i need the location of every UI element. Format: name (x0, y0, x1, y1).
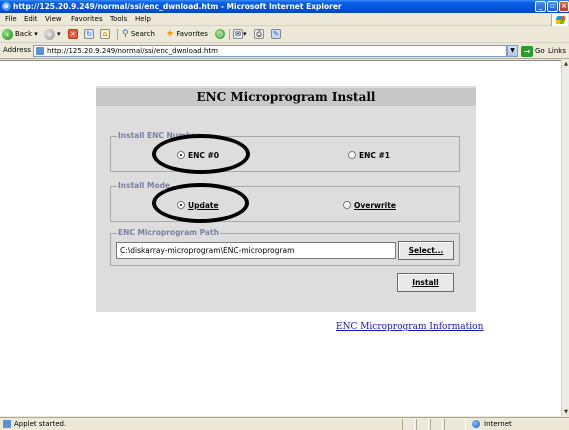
menu-bar: File Edit View Favorites Tools Help (0, 13, 569, 26)
address-input[interactable]: http://125.20.9.249/normal/ssi/enc_dwnlo… (33, 45, 507, 57)
refresh-button[interactable]: ↻ (84, 28, 94, 41)
print-button[interactable]: ⎙ (254, 28, 264, 41)
print-icon: ⎙ (254, 29, 264, 39)
page-icon (3, 420, 11, 428)
vertical-scrollbar[interactable]: ▲ ▼ (561, 60, 569, 416)
radio-button-icon (343, 201, 351, 209)
address-label: Address (3, 46, 31, 54)
menu-help[interactable]: Help (135, 14, 151, 25)
menu-edit[interactable]: Edit (24, 14, 38, 25)
close-button[interactable]: × (559, 1, 569, 12)
title-bar: e http://125.20.9.249/normal/ssi/enc_dwn… (0, 0, 569, 13)
mail-icon: ✉ (233, 29, 243, 39)
radio-overwrite[interactable]: Overwrite (343, 201, 396, 210)
status-text: Applet started. (14, 420, 67, 428)
address-bar: Address http://125.20.9.249/normal/ssi/e… (0, 43, 569, 59)
history-button[interactable]: ◷ (215, 28, 227, 41)
install-button[interactable]: Install (397, 273, 454, 292)
address-url: http://125.20.9.249/normal/ssi/enc_dwnlo… (47, 47, 218, 55)
annotation-ellipse (152, 134, 250, 174)
address-dropdown-button[interactable]: ▼ (507, 45, 518, 57)
minimize-button[interactable]: _ (535, 1, 546, 12)
window-title: http://125.20.9.249/normal/ssi/enc_dwnlo… (13, 2, 342, 11)
stop-button[interactable]: × (68, 28, 78, 41)
menu-file[interactable]: File (5, 14, 17, 25)
favorites-button[interactable]: ★ Favorites (166, 28, 208, 41)
back-label: Back (15, 30, 32, 38)
toolbar-separator (229, 29, 230, 40)
menu-favorites[interactable]: Favorites (71, 14, 103, 25)
forward-arrow-icon: › (44, 28, 55, 40)
toolbar: ‹ Back ▾ › ▾ × ↻ ⌂ ⚲ Search ★ Favorites ◷ … (0, 26, 569, 43)
home-icon: ⌂ (100, 29, 110, 39)
microprogram-path-input[interactable]: C:\diskarray-microprogram\ENC-microprogr… (116, 242, 396, 259)
star-icon: ★ (166, 29, 175, 39)
menu-tools[interactable]: Tools (110, 14, 127, 25)
search-button[interactable]: ⚲ Search (122, 28, 155, 41)
edit-page-icon: ✎ (271, 29, 281, 39)
toolbar-separator (117, 29, 118, 40)
security-zone: Internet (484, 420, 512, 428)
enc-microprogram-info-link[interactable]: ENC Microprogram Information (336, 322, 483, 332)
status-pane (430, 419, 443, 430)
back-button[interactable]: ‹ Back ▾ (2, 28, 38, 41)
go-arrow-icon: → (521, 45, 533, 57)
install-label: Install (412, 278, 439, 287)
ie-icon: e (2, 2, 11, 11)
go-label: Go (535, 47, 545, 55)
page-title: ENC Microprogram Install (96, 88, 476, 106)
go-button[interactable]: → Go (521, 45, 545, 57)
status-pane (402, 419, 415, 430)
radio-button-icon (348, 151, 356, 159)
history-icon: ◷ (215, 29, 225, 39)
search-icon: ⚲ (122, 29, 129, 39)
status-pane (416, 419, 429, 430)
search-label: Search (130, 30, 155, 38)
select-label: Select... (408, 246, 444, 255)
maximize-button[interactable]: ▫ (547, 1, 558, 12)
back-arrow-icon: ‹ (2, 28, 13, 40)
globe-icon (472, 420, 480, 428)
annotation-ellipse (152, 183, 249, 223)
scroll-down-icon[interactable]: ▼ (562, 408, 569, 416)
links-button[interactable]: Links (548, 47, 566, 55)
edit-button[interactable]: ✎ (271, 28, 281, 41)
windows-logo-icon (551, 14, 568, 26)
menu-view[interactable]: View (45, 14, 62, 25)
stop-icon: × (68, 29, 78, 39)
mail-button[interactable]: ✉ ▾ (233, 28, 247, 41)
home-button[interactable]: ⌂ (100, 28, 110, 41)
scroll-up-icon[interactable]: ▲ (562, 60, 569, 68)
status-pane (444, 419, 466, 430)
page-icon (36, 47, 44, 55)
forward-button[interactable]: › ▾ (44, 28, 61, 41)
path-legend: ENC Microprogram Path (117, 228, 220, 238)
select-button[interactable]: Select... (398, 241, 454, 260)
refresh-icon: ↻ (84, 29, 94, 39)
radio-enc-1[interactable]: ENC #1 (348, 151, 390, 160)
status-bar: Applet started. Internet (0, 417, 569, 430)
radio-enc-1-label: ENC #1 (359, 151, 391, 160)
radio-overwrite-label: Overwrite (354, 201, 396, 210)
favorites-label: Favorites (176, 30, 208, 38)
